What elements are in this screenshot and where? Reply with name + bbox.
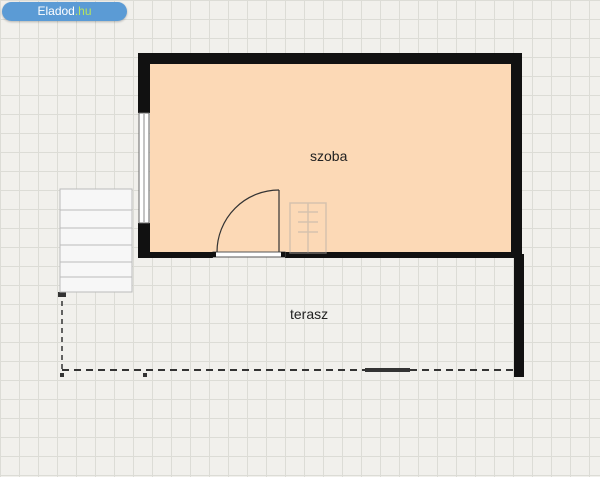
terrace-label: terasz [290,306,329,322]
door-sill [212,251,286,258]
logo-tld: .hu [74,4,92,18]
terrace-railing-left [58,292,66,371]
terrace-railing-bottom [60,368,514,377]
floor-plan [58,53,524,377]
site-logo[interactable]: Eladod.hu [2,2,127,21]
room-label: szoba [310,148,348,164]
terrace-wall-right [514,254,524,377]
window-left [138,112,150,224]
stairs [59,188,133,293]
logo-name: Eladod [37,4,75,18]
